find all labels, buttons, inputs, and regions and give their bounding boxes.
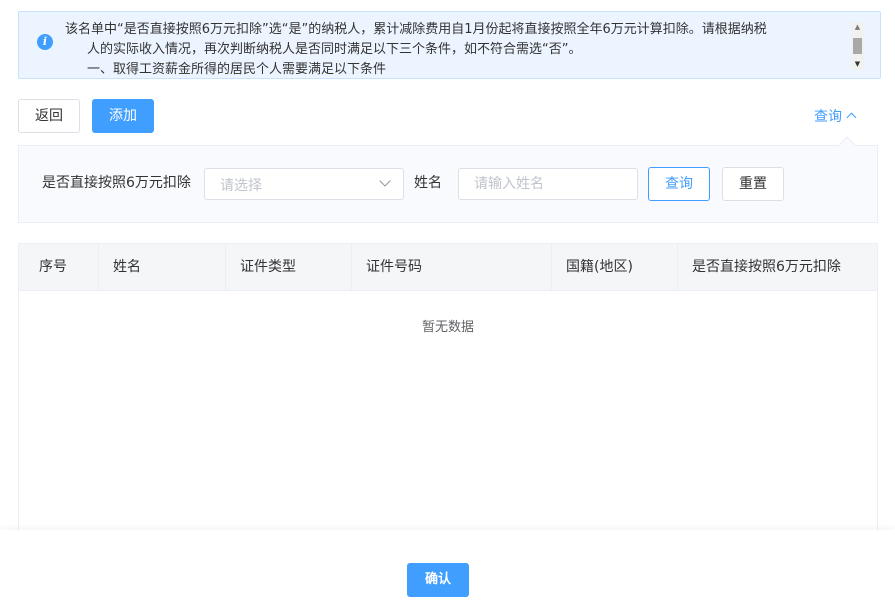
column-header-name: 姓名 — [99, 244, 226, 290]
back-button[interactable]: 返回 — [18, 99, 80, 133]
name-filter-label: 姓名 — [414, 175, 442, 191]
query-button[interactable]: 查询 — [648, 167, 710, 201]
search-panel: 是否直接按照6万元扣除 请选择 姓名 查询 重置 — [18, 136, 878, 223]
notice-text: 该名单中“是否直接按照6万元扣除”选“是”的纳税人，累计减除费用自1月份起将直接… — [65, 20, 855, 78]
chevron-up-icon — [846, 112, 857, 123]
search-toggle-label: 查询 — [814, 109, 842, 125]
scroll-up-arrow-icon[interactable]: ▲ — [851, 22, 864, 33]
table-header: 序号 姓名 证件类型 证件号码 国籍(地区) 是否直接按照6万元扣除 — [19, 244, 877, 291]
column-header-index: 序号 — [19, 244, 99, 290]
chevron-down-icon — [379, 175, 391, 187]
notice-line-3: 一、取得工资薪金所得的居民个人需要满足以下条件 — [87, 62, 387, 77]
deduction-select-placeholder: 请选择 — [220, 178, 262, 194]
name-input[interactable] — [458, 168, 638, 200]
notice-scrollbar[interactable]: ▲ ▼ — [851, 22, 864, 70]
scroll-thumb[interactable] — [853, 38, 862, 54]
notice-line-2: 人的实际收入情况，再次判断纳税人是否同时满足以下三个条件，如不符合需选“否”。 — [87, 42, 582, 57]
add-button[interactable]: 添加 — [92, 99, 154, 133]
notice-alert: i 该名单中“是否直接按照6万元扣除”选“是”的纳税人，累计减除费用自1月份起将… — [18, 11, 881, 79]
panel-pointer — [838, 136, 856, 154]
deduction-filter-label: 是否直接按照6万元扣除 — [42, 175, 191, 191]
taxpayer-table: 序号 姓名 证件类型 证件号码 国籍(地区) 是否直接按照6万元扣除 暂无数据 — [18, 243, 878, 543]
scroll-down-arrow-icon[interactable]: ▼ — [851, 59, 864, 70]
empty-state-text: 暂无数据 — [421, 320, 474, 335]
column-header-id-number: 证件号码 — [352, 244, 552, 290]
confirm-button[interactable]: 确认 — [407, 563, 469, 597]
deduction-select[interactable]: 请选择 — [204, 168, 404, 200]
column-header-deduction: 是否直接按照6万元扣除 — [692, 259, 841, 275]
reset-button[interactable]: 重置 — [722, 167, 784, 201]
column-header-id-type: 证件类型 — [226, 244, 352, 290]
column-header-nationality: 国籍(地区) — [552, 244, 678, 290]
search-toggle[interactable]: 查询 — [814, 106, 857, 126]
footer-bar: 确认 — [0, 530, 895, 615]
notice-line-1: 该名单中“是否直接按照6万元扣除”选“是”的纳税人，累计减除费用自1月份起将直接… — [65, 22, 767, 37]
info-icon: i — [37, 34, 53, 50]
